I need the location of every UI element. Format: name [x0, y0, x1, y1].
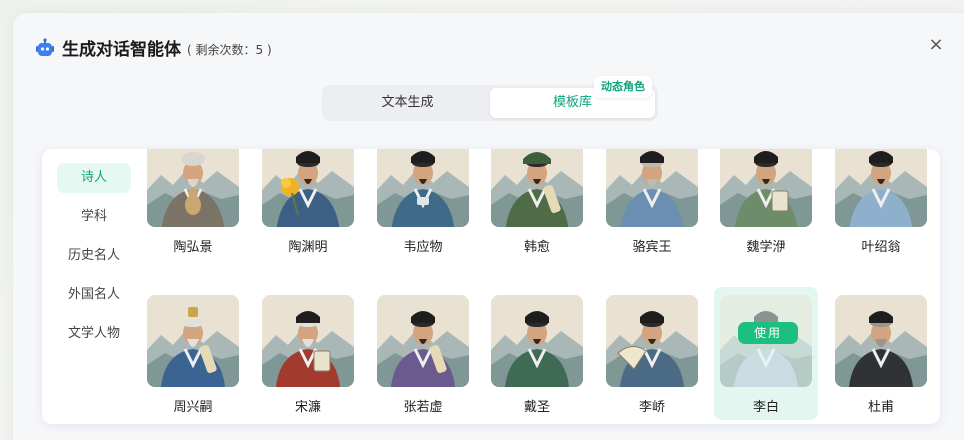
tab-text-generation[interactable]: 文本生成 [325, 88, 490, 118]
category-literary-characters[interactable]: 文学人物 [57, 319, 131, 349]
category-historical-figures[interactable]: 历史名人 [57, 241, 131, 271]
character-name: 骆宾王 [632, 240, 672, 255]
character-card[interactable]: 陶渊明 [256, 149, 360, 255]
character-name: 韩愈 [523, 240, 550, 255]
use-button[interactable]: 使用 [738, 322, 798, 344]
character-portrait [147, 149, 239, 227]
character-portrait [491, 295, 583, 387]
character-portrait [491, 149, 583, 227]
character-card[interactable]: 杜甫 [829, 287, 933, 420]
character-card[interactable]: 陶弘景 [141, 149, 245, 255]
character-name: 陶渊明 [288, 240, 328, 255]
character-name: 周兴嗣 [173, 400, 213, 415]
template-panel: 诗人 学科 历史名人 外国名人 文学人物 陶弘景 陶渊明 韦应物 韩愈 骆宾王 … [42, 149, 940, 424]
character-card[interactable]: 叶绍翁 [829, 149, 933, 255]
character-name: 李峤 [638, 400, 665, 415]
character-name: 陶弘景 [173, 240, 213, 255]
character-card[interactable]: 魏学洢 [714, 149, 818, 255]
character-portrait [606, 295, 698, 387]
character-portrait [377, 295, 469, 387]
character-portrait [262, 295, 354, 387]
remaining-count: ( 剩余次数：5 ) [187, 42, 272, 57]
character-name: 韦应物 [403, 240, 443, 255]
character-card[interactable]: 韩愈 [485, 149, 589, 255]
character-name: 宋濂 [294, 400, 321, 415]
character-name: 戴圣 [523, 400, 550, 415]
character-portrait [835, 149, 927, 227]
character-name: 叶绍翁 [861, 240, 901, 255]
character-card[interactable]: 周兴嗣 [141, 287, 245, 420]
agent-dialog: 生成对话智能体 ( 剩余次数：5 ) × 文本生成 模板库 动态角色 诗人 学科… [13, 13, 964, 440]
dialog-header: 生成对话智能体 ( 剩余次数：5 ) [35, 35, 272, 60]
character-portrait [377, 149, 469, 227]
character-card[interactable]: 李峤 [600, 287, 704, 420]
character-portrait [606, 149, 698, 227]
character-portrait [262, 149, 354, 227]
character-name: 杜甫 [867, 400, 894, 415]
character-name: 李白 [752, 400, 779, 415]
category-foreign-figures[interactable]: 外国名人 [57, 280, 131, 310]
close-icon[interactable]: × [926, 35, 946, 55]
mode-tabs: 文本生成 模板库 动态角色 [322, 76, 658, 121]
character-card[interactable]: 李白 使用 [714, 287, 818, 420]
character-name: 张若虚 [403, 400, 443, 415]
character-card[interactable]: 张若虚 [371, 287, 475, 420]
character-card[interactable]: 宋濂 [256, 287, 360, 420]
character-card[interactable]: 骆宾王 [600, 149, 704, 255]
character-portrait [720, 149, 812, 227]
character-portrait [147, 295, 239, 387]
category-poets[interactable]: 诗人 [57, 163, 131, 193]
character-name: 魏学洢 [746, 240, 786, 255]
dialog-title: 生成对话智能体 [62, 40, 181, 60]
category-subjects[interactable]: 学科 [57, 202, 131, 232]
category-sidebar: 诗人 学科 历史名人 外国名人 文学人物 [57, 163, 131, 358]
character-card[interactable]: 韦应物 [371, 149, 475, 255]
character-portrait [835, 295, 927, 387]
dynamic-role-badge: 动态角色 [594, 76, 652, 98]
robot-icon [35, 37, 55, 58]
character-card[interactable]: 戴圣 [485, 287, 589, 420]
